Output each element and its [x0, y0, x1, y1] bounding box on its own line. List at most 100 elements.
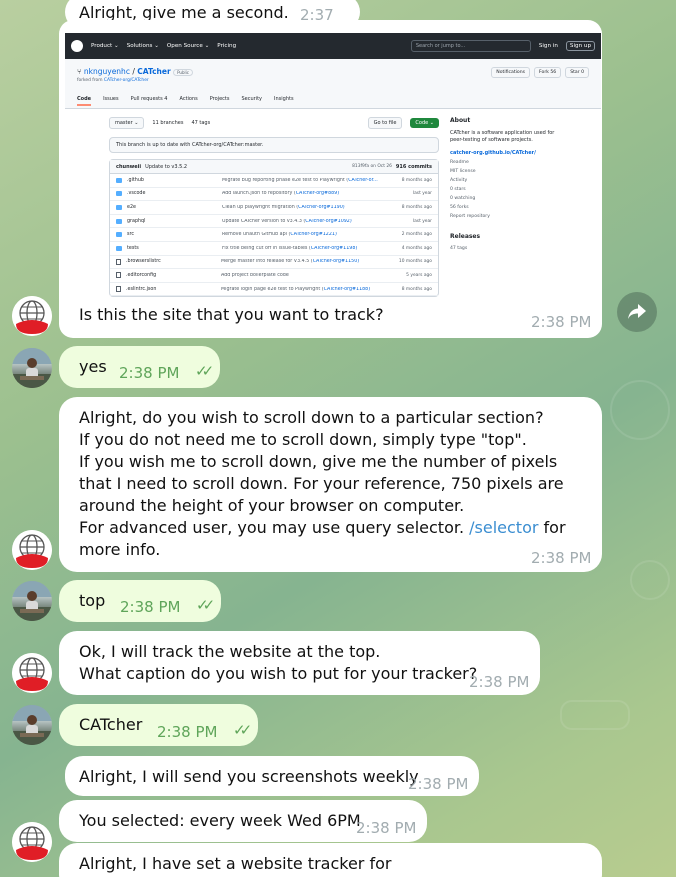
- globe-avatar-icon: [12, 653, 52, 693]
- github-file-row: .eslintrc.json Migrate login page e2e tes…: [110, 283, 438, 297]
- user-avatar[interactable]: [12, 348, 52, 388]
- message-time: 2:38 PM: [408, 775, 469, 793]
- message-time: 2:38 PM: [119, 364, 180, 382]
- message-text: Ok, I will track the website at the top.…: [79, 642, 478, 683]
- github-file-row: .browserslistrc Merge master into release…: [110, 256, 438, 270]
- github-file-row: .editorconfig Add project boilerplate cod…: [110, 269, 438, 283]
- github-nav-item: Product ⌄: [91, 43, 119, 49]
- github-tab-pulls: Pull requests 4: [130, 96, 168, 102]
- file-name: src: [127, 232, 135, 238]
- file-name: tests: [127, 245, 139, 251]
- file-commit-message: Clean up playwright migration (CATcher-o…: [222, 205, 386, 210]
- person-avatar-icon: [12, 705, 52, 745]
- commit-sha: 813f9fa on Oct 26: [352, 164, 392, 169]
- github-file-row: graphql Update CATcher version to v3.4.3 …: [110, 215, 438, 229]
- file-commit-text: Add project boilerplate code: [221, 272, 289, 278]
- file-commit-ref: CATcher-org#1092): [305, 218, 352, 224]
- github-repo-actions: Notifications Fork 56 Star 0: [491, 67, 589, 78]
- file-icon: [116, 258, 121, 265]
- globe-avatar-icon: [12, 530, 52, 570]
- github-about: About CATcher is a software application …: [450, 117, 560, 251]
- github-tab-insights: Insights: [274, 96, 294, 102]
- github-logo-icon: [71, 40, 83, 52]
- file-name: e2e: [127, 204, 136, 210]
- github-signup: Sign up: [565, 41, 595, 51]
- file-commit-text: Fix title being cut off in issue-tables …: [222, 245, 311, 251]
- github-header: Product ⌄ Solutions ⌄ Open Source ⌄ Pric…: [65, 33, 601, 59]
- background-doodle: [560, 700, 630, 730]
- file-commit-message: Add launch.json to repository (CATcher-o…: [222, 191, 386, 196]
- github-branch-select: master ⌄: [109, 117, 145, 129]
- bot-avatar[interactable]: [12, 822, 52, 862]
- folder-icon: [116, 191, 122, 197]
- file-updated: 8 months ago: [401, 177, 432, 183]
- file-commit-text: Remove unauth GitHub api (: [222, 232, 291, 238]
- about-item: Report repository: [450, 214, 490, 219]
- file-icon: [116, 286, 121, 293]
- forked-prefix: forked from: [77, 78, 104, 83]
- share-icon: [628, 304, 646, 319]
- file-commit-text: Update CATcher version to v3.4.3 (: [222, 218, 306, 224]
- about-title: About: [450, 117, 471, 124]
- file-updated: 5 years ago: [406, 272, 432, 278]
- folder-icon: [116, 245, 122, 251]
- file-updated: 8 months ago: [401, 286, 432, 292]
- bot-message: You selected: every week Wed 6PM 2:38 PM: [59, 800, 427, 842]
- github-file-row: e2e Clean up playwright migration (CATche…: [110, 201, 438, 215]
- about-item: MIT license: [450, 169, 476, 174]
- github-repo-name: CATcher: [137, 67, 171, 76]
- file-commit-ref: CATcher-org#1188): [323, 286, 371, 292]
- file-name: .eslintrc.json: [126, 286, 157, 292]
- bot-avatar[interactable]: [12, 296, 52, 336]
- user-avatar[interactable]: [12, 581, 52, 621]
- message-time: 2:38 PM: [157, 723, 218, 741]
- github-tab-actions: Actions: [179, 96, 198, 102]
- github-goto-file: Go to file: [367, 117, 403, 129]
- person-avatar-icon: [12, 581, 52, 621]
- file-commit-message: Migrate bug reporting phase e2e test to …: [222, 178, 386, 183]
- message-text: top: [79, 591, 106, 610]
- github-file-row: tests Fix title being cut off in issue-ta…: [110, 242, 438, 256]
- github-forked-from: forked from CATcher-org/CATcher: [77, 78, 589, 83]
- github-tab-issues: Issues: [103, 96, 119, 102]
- user-avatar[interactable]: [12, 705, 52, 745]
- user-message: CATcher 2:38 PM ✓✓: [59, 704, 258, 746]
- file-commit-text: Migrate login page e2e test to Playwrigh…: [221, 286, 324, 292]
- about-description: CATcher is a software application used f…: [450, 130, 555, 143]
- bot-message: Ok, I will track the website at the top.…: [59, 631, 540, 695]
- about-item: Activity: [450, 178, 468, 183]
- file-name: .browserslistrc: [126, 259, 161, 265]
- file-commit-message: Update CATcher version to v3.4.3 (CATche…: [222, 219, 386, 224]
- bot-avatar[interactable]: [12, 530, 52, 570]
- message-text: yes: [79, 357, 107, 376]
- about-item: 0 watching: [450, 196, 476, 201]
- file-commit-ref: CATcher-org#1198): [310, 245, 358, 251]
- file-commit-message: Add project boilerplate code: [221, 273, 386, 278]
- github-owner: nknguyenhc: [83, 67, 130, 76]
- github-nav-item: Solutions ⌄: [126, 43, 159, 49]
- github-screenshot[interactable]: Product ⌄ Solutions ⌄ Open Source ⌄ Pric…: [65, 33, 601, 298]
- selector-command-link[interactable]: /selector: [469, 518, 538, 537]
- github-tags: 47 tags: [191, 120, 211, 126]
- forward-button[interactable]: [617, 292, 657, 332]
- file-commit-text: Add launch.json to repository (: [222, 191, 296, 197]
- user-message: yes 2:38 PM ✓✓: [59, 346, 220, 388]
- github-fork: Fork 56: [534, 67, 562, 78]
- message-text: You selected: every week Wed 6PM: [79, 811, 361, 830]
- bot-avatar[interactable]: [12, 653, 52, 693]
- file-commit-text: Clean up playwright migration (: [222, 204, 299, 210]
- github-code-button: Code ⌄: [410, 118, 439, 128]
- message-time: 2:38 PM: [531, 313, 592, 331]
- github-main: master ⌄ 11 branches 47 tags Go to file …: [109, 117, 439, 298]
- github-branches: 11 branches: [152, 120, 184, 126]
- github-tab-projects: Projects: [209, 96, 230, 102]
- message-time: 2:38 PM: [469, 673, 530, 691]
- file-icon: [116, 272, 121, 279]
- about-item: Readme: [450, 160, 469, 165]
- github-latest-commit: chunweii Update to v3.5.2 813f9fa on Oct…: [110, 160, 438, 174]
- github-tab-security: Security: [241, 96, 263, 102]
- github-repo-header: ⑂ nknguyenhc / CATcher Public forked fro…: [65, 59, 601, 109]
- file-commit-message: Remove unauth GitHub api (CATcher-org#12…: [222, 232, 386, 237]
- github-nav-item: Open Source ⌄: [166, 43, 210, 49]
- github-signin: Sign in: [538, 43, 558, 49]
